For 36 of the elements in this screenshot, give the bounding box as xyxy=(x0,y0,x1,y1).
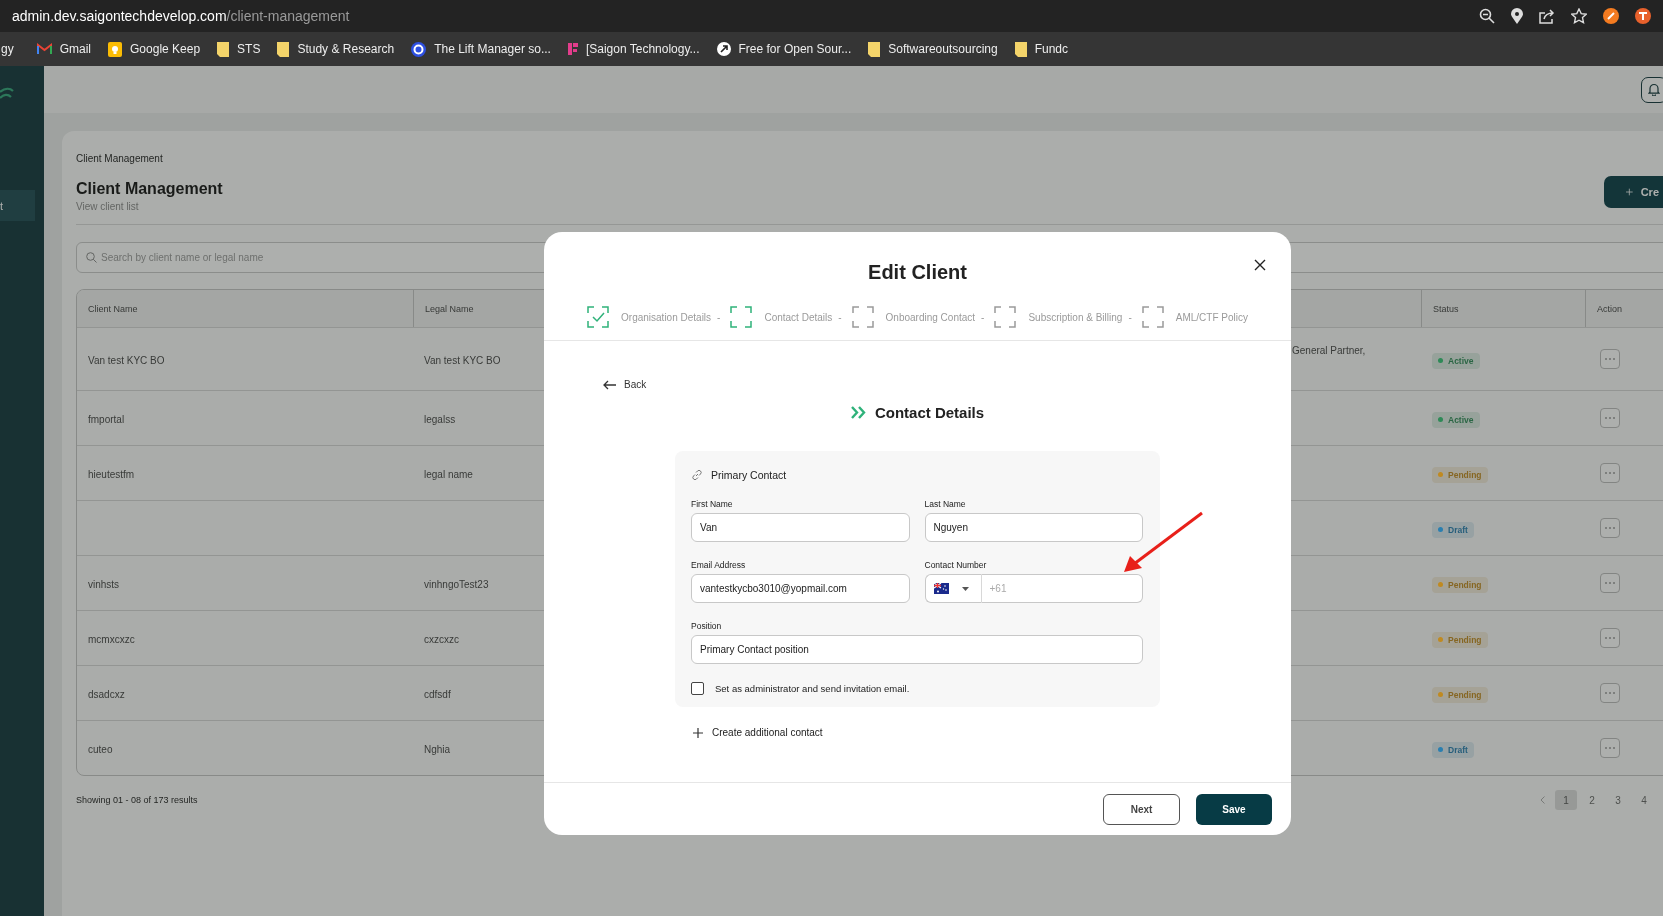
table-cell-text: dsadcxz xyxy=(87,689,125,700)
results-text: Showing 01 - 08 of 173 results xyxy=(76,795,198,805)
column-header: Status xyxy=(1421,290,1585,327)
table-cell-text: hieutestfm xyxy=(87,469,135,480)
column-header: Client Name xyxy=(87,302,139,316)
field-label: Position xyxy=(691,621,723,631)
table-cell: General Partner, xyxy=(1292,345,1366,356)
table-cell-text: vinhngoTest23 xyxy=(423,579,489,590)
url-text: admin.dev.saigontechdevelop.com/client-management xyxy=(12,8,350,24)
table-cell-text: fmportal xyxy=(87,414,125,425)
page-title: Client Management xyxy=(76,180,223,198)
table-cell-text: Nghia xyxy=(423,744,451,755)
column-header: Action xyxy=(1585,290,1663,327)
table-cell-text: mcmxcxzc xyxy=(87,634,135,645)
field-label: First Name xyxy=(691,499,734,509)
step-separator: - xyxy=(838,311,842,323)
field-label: Email Address xyxy=(691,560,747,570)
table-cell-text: legalss xyxy=(423,414,456,425)
table-cell-text: cxzcxzc xyxy=(423,634,459,645)
page-subtitle: View client list xyxy=(76,201,140,212)
breadcrumb: Client Management xyxy=(76,153,164,164)
dialog-title: Edit Client xyxy=(867,261,968,284)
table-cell-text: cdfsdf xyxy=(423,689,451,700)
step-separator: - xyxy=(981,311,985,323)
table-cell-text: cuteo xyxy=(87,744,113,755)
step-separator: - xyxy=(717,311,721,323)
table-cell-text: vinhsts xyxy=(87,579,120,590)
field-label: Last Name xyxy=(924,499,967,509)
section-heading: Contact Details xyxy=(874,404,985,421)
table-cell-text: Van test KYC BO xyxy=(423,355,501,366)
table-cell-text: legal name xyxy=(423,469,473,480)
card-title: Primary Contact xyxy=(711,469,787,481)
table-cell-text: Van test KYC BO xyxy=(87,355,165,366)
field-label: Contact Number xyxy=(924,560,988,570)
step-separator: - xyxy=(1128,311,1132,323)
checkbox-label: Set as administrator and send invitation email. xyxy=(715,683,910,694)
